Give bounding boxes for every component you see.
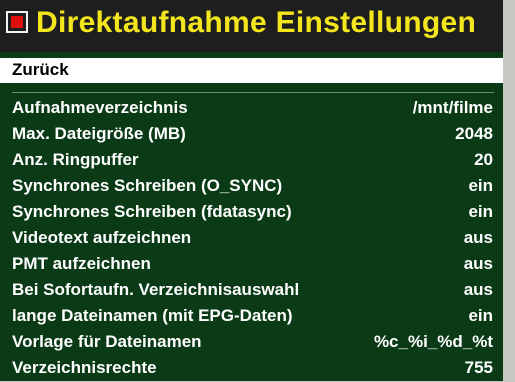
setting-label: Aufnahmeverzeichnis [12, 98, 188, 117]
setting-value: 2048 [455, 124, 493, 143]
setting-value: 20 [474, 150, 493, 169]
back-menu-item[interactable]: Zurück [0, 58, 503, 83]
setting-row[interactable]: Synchrones Schreiben (O_SYNC) ein [0, 174, 503, 200]
setting-value: %c_%i_%d_%t [373, 332, 493, 351]
setting-value: /mnt/filme [412, 98, 493, 117]
setting-value: aus [463, 280, 493, 299]
record-icon [6, 11, 28, 33]
setting-label: PMT aufzeichnen [12, 254, 151, 273]
setting-value: aus [463, 228, 493, 247]
setting-row[interactable]: Max. Dateigröße (MB) 2048 [0, 122, 503, 148]
setting-value: ein [468, 176, 493, 195]
setting-value: ein [468, 202, 493, 221]
settings-list: Aufnahmeverzeichnis/mnt/filme Max. Dateig… [0, 96, 503, 382]
setting-value: ein [468, 306, 493, 325]
record-dot [11, 16, 23, 28]
setting-row[interactable]: Aufnahmeverzeichnis/mnt/filme [0, 96, 503, 122]
setting-label: Verzeichnisrechte [12, 358, 157, 377]
back-label: Zurück [12, 60, 69, 79]
setting-label: Vorlage für Dateinamen [12, 332, 202, 351]
setting-label: lange Dateinamen (mit EPG-Daten) [12, 306, 293, 325]
setting-row[interactable]: Vorlage für Dateinamen %c_%i_%d_%t [0, 330, 503, 356]
setting-value: aus [463, 254, 493, 273]
setting-row[interactable]: lange Dateinamen (mit EPG-Daten) ein [0, 304, 503, 330]
setting-label: Max. Dateigröße (MB) [12, 124, 186, 143]
page-title: Direktaufnahme Einstellungen [36, 6, 477, 39]
menu-divider [12, 92, 494, 93]
background-strip [503, 0, 515, 381]
setting-row[interactable]: Videotext aufzeichnen aus [0, 226, 503, 252]
setting-label: Anz. Ringpuffer [12, 150, 139, 169]
setting-row[interactable]: Synchrones Schreiben (fdatasync) ein [0, 200, 503, 226]
setting-row[interactable]: Bei Sofortaufn. Verzeichnisauswahl aus [0, 278, 503, 304]
settings-screen: Direktaufnahme Einstellungen Zurück Aufn… [0, 0, 503, 381]
setting-label: Synchrones Schreiben (O_SYNC) [12, 176, 283, 195]
setting-value: 755 [464, 358, 493, 377]
setting-row[interactable]: Verzeichnisrechte 755 [0, 356, 503, 382]
title-bar: Direktaufnahme Einstellungen [0, 0, 503, 52]
setting-row[interactable]: Anz. Ringpuffer 20 [0, 148, 503, 174]
setting-label: Videotext aufzeichnen [12, 228, 192, 247]
setting-label: Bei Sofortaufn. Verzeichnisauswahl [12, 280, 300, 299]
setting-label: Synchrones Schreiben (fdatasync) [12, 202, 292, 221]
setting-row[interactable]: PMT aufzeichnen aus [0, 252, 503, 278]
